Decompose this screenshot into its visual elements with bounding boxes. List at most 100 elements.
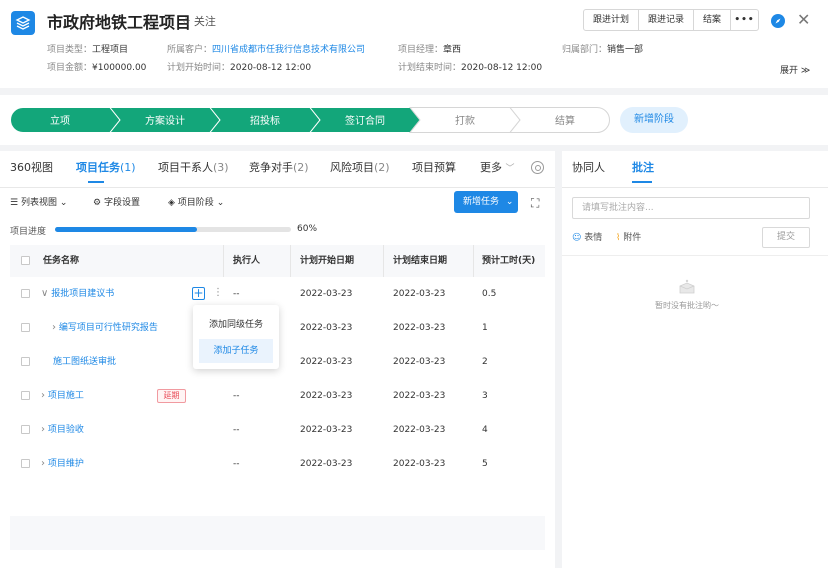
task-context-menu: 添加同级任务 添加子任务 [193, 305, 279, 369]
follow-label: 关注 [193, 15, 216, 28]
field-settings-button[interactable]: ⚙ 字段设置 [93, 197, 140, 209]
table-row[interactable]: › 项目维护 -- 2022-03-23 2022-03-23 5 [10, 447, 545, 481]
stage-6[interactable]: 结算 [508, 107, 610, 133]
progress-fill [55, 227, 197, 232]
delay-badge: 延期 [157, 389, 186, 403]
project-header: 市政府地铁工程项目 ☆ 关注 项目类型：工程项目 所属客户：四川省成都市任我行信… [0, 0, 828, 88]
tab-competitors[interactable]: 竞争对手(2) [249, 161, 309, 175]
add-stage-button[interactable]: 新增阶段 [620, 107, 688, 133]
add-task-icon[interactable]: + [192, 287, 205, 300]
attach-button[interactable]: ⌇ 附件 [616, 232, 641, 244]
end-date-cell: 2022-03-23 [393, 425, 446, 435]
project-stage-dropdown[interactable]: ◈ 项目阶段 ⌄ [168, 197, 224, 209]
fullscreen-icon[interactable]: ⛶ [531, 196, 539, 211]
col-start-date: 计划开始日期 [300, 256, 355, 266]
start-date-cell: 2022-03-23 [300, 289, 353, 299]
col-end-date: 计划结束日期 [393, 256, 448, 266]
task-name-link[interactable]: 项目验收 [48, 425, 84, 435]
stage-label: 方案设计 [145, 114, 185, 127]
progress-value: 60% [297, 224, 318, 234]
follow-plan-button[interactable]: 跟进计划 [584, 10, 640, 30]
active-tab-indicator [632, 181, 652, 183]
table-row[interactable]: › 项目验收 -- 2022-03-23 2022-03-23 4 [10, 413, 545, 447]
hours-cell: 5 [482, 459, 488, 469]
chevron-right-icon[interactable]: › [52, 322, 56, 333]
close-case-button[interactable]: 结案 [694, 10, 732, 30]
chevron-down-icon: ﹀ [505, 164, 515, 174]
tab-collaborators[interactable]: 协同人 [572, 161, 605, 175]
tab-project-tasks[interactable]: 项目任务(1) [76, 161, 136, 175]
start-date-cell: 2022-03-23 [300, 425, 353, 435]
tab-risk-items[interactable]: 风险项目(2) [330, 161, 390, 175]
expand-toggle[interactable]: 展开 ≫ [780, 63, 810, 76]
follow-button[interactable]: ☆ 关注 [181, 14, 216, 30]
chevron-right-icon[interactable]: › [41, 390, 45, 401]
tab-360-view[interactable]: 360视图 [10, 161, 53, 175]
stage-chevrons: 立项 方案设计 招投标 签订合同 打款 结算 [10, 107, 610, 133]
task-name-link[interactable]: 项目维护 [48, 459, 84, 469]
stage-4[interactable]: 签订合同 [308, 107, 421, 133]
field-start-time: 计划开始时间：2020-08-12 12:00 [167, 63, 312, 73]
list-view-dropdown[interactable]: ☰ 列表视图 ⌄ [10, 197, 67, 209]
add-sibling-task-item[interactable]: 添加同级任务 [199, 313, 273, 337]
stage-5[interactable]: 打款 [408, 107, 521, 133]
stage-1[interactable]: 立项 [10, 107, 121, 133]
end-date-cell: 2022-03-23 [393, 391, 446, 401]
chevron-down-icon[interactable]: ∨ [41, 288, 48, 299]
new-task-button[interactable]: 新增任务 ⌄ [454, 191, 518, 213]
row-checkbox[interactable] [21, 425, 30, 434]
col-assignee: 执行人 [233, 256, 261, 266]
end-date-cell: 2022-03-23 [393, 357, 446, 367]
empty-state-text: 暂时没有批注哟～ [655, 301, 719, 310]
row-checkbox[interactable] [21, 459, 30, 468]
table-header: 任务名称 执行人 计划开始日期 计划结束日期 预计工时(天) [10, 245, 545, 277]
star-icon: ☆ [181, 15, 191, 28]
field-manager: 项目经理：章西 [398, 45, 462, 55]
select-all-checkbox[interactable] [21, 256, 30, 265]
emoji-button[interactable]: ☺ 表情 [572, 232, 602, 244]
assignee-cell: -- [233, 459, 240, 469]
close-icon[interactable]: ✕ [797, 11, 810, 29]
side-divider [562, 187, 828, 188]
task-name-link[interactable]: 施工图纸送审批 [53, 357, 116, 367]
customer-link[interactable]: 四川省成都市任我行信息技术有限公司 [212, 45, 365, 55]
end-date-cell: 2022-03-23 [393, 459, 446, 469]
chevron-down-icon: ⌄ [505, 197, 514, 207]
tab-budget[interactable]: 项目预算 [412, 161, 456, 175]
task-name-link[interactable]: 项目施工 [48, 391, 84, 401]
stage-3[interactable]: 招投标 [208, 107, 321, 133]
row-checkbox[interactable] [21, 391, 30, 400]
comment-input[interactable]: 请填写批注内容... [572, 197, 810, 219]
compass-icon[interactable] [771, 14, 785, 28]
list-icon: ☰ [10, 198, 19, 208]
chevron-right-icon[interactable]: › [41, 458, 45, 469]
more-button[interactable]: ••• [731, 10, 758, 30]
gear-icon[interactable] [531, 161, 544, 174]
hours-cell: 1 [482, 323, 488, 333]
submit-button[interactable]: 提交 [762, 227, 810, 248]
table-row[interactable]: › 项目施工 延期 -- 2022-03-23 2022-03-23 3 [10, 379, 545, 413]
stage-bar: 立项 方案设计 招投标 签订合同 打款 结算 新增阶段 [0, 95, 828, 145]
follow-record-button[interactable]: 跟进记录 [639, 10, 695, 30]
field-department: 归属部门：销售一部 [562, 45, 644, 55]
tab-comments[interactable]: 批注 [632, 161, 654, 175]
stage-icon: ◈ [168, 198, 175, 208]
chevron-right-icon[interactable]: › [41, 424, 45, 435]
task-name-link[interactable]: 编写项目可行性研究报告 [59, 323, 158, 333]
hours-cell: 2 [482, 357, 488, 367]
stage-2[interactable]: 方案设计 [108, 107, 221, 133]
start-date-cell: 2022-03-23 [300, 323, 353, 333]
task-name-link[interactable]: 报批项目建议书 [51, 289, 114, 299]
add-subtask-item[interactable]: 添加子任务 [199, 339, 273, 363]
table-empty-row [10, 516, 545, 550]
tab-stakeholders[interactable]: 项目干系人(3) [158, 161, 229, 175]
row-checkbox[interactable] [21, 357, 30, 366]
tab-more[interactable]: 更多 ﹀ [480, 161, 515, 176]
row-checkbox[interactable] [21, 289, 30, 298]
row-checkbox[interactable] [21, 323, 30, 332]
assignee-cell: -- [233, 391, 240, 401]
layers-icon [11, 11, 35, 35]
start-date-cell: 2022-03-23 [300, 459, 353, 469]
stage-label: 签订合同 [345, 114, 385, 127]
assignee-cell: -- [233, 425, 240, 435]
